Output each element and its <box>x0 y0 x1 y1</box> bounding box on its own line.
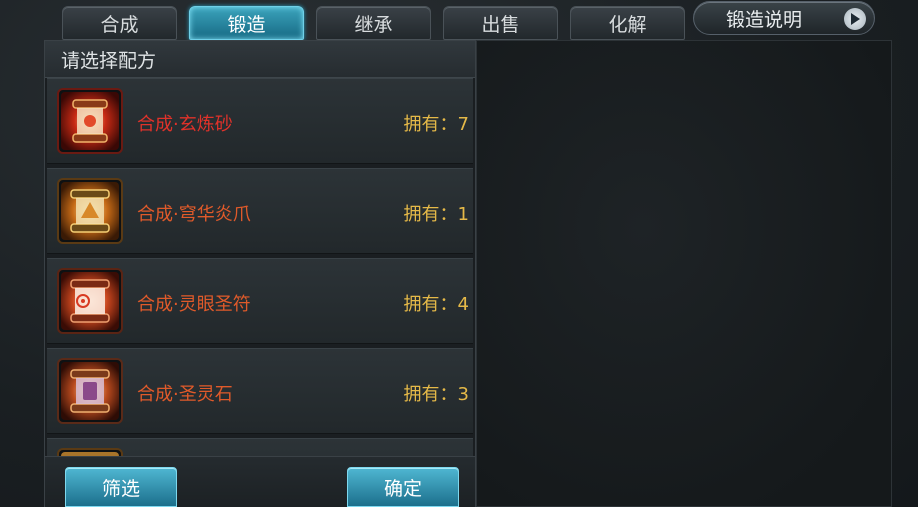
list-item[interactable]: 合成·玄炼砂 拥有：7 <box>47 78 473 164</box>
forge-explain-label: 锻造说明 <box>726 8 803 31</box>
tab-bar: 合成 锻造 继承 出售 化解 <box>62 6 685 40</box>
scroll-stone-icon <box>57 358 123 424</box>
tab-sell[interactable]: 出售 <box>443 6 558 40</box>
scroll-talisman-icon <box>57 268 123 334</box>
tab-dismantle[interactable]: 化解 <box>570 6 685 40</box>
list-item[interactable]: 合成·穹华炎爪 拥有：1 <box>47 168 473 254</box>
scroll-red-icon <box>57 88 123 154</box>
recipe-name: 合成·穹华炎爪 <box>137 204 251 225</box>
forge-screen: 合成 锻造 继承 出售 化解 锻造说明 请选择配方 合成·玄炼砂 拥有：7 合成… <box>0 0 918 507</box>
list-item[interactable]: 合成·灵眼圣符 拥有：4 <box>47 258 473 344</box>
owned-count: 拥有：1 <box>403 204 469 225</box>
forge-explain-button[interactable]: 锻造说明 <box>693 1 875 35</box>
list-item[interactable] <box>47 438 473 456</box>
recipe-list[interactable]: 合成·玄炼砂 拥有：7 合成·穹华炎爪 拥有：1 合成·灵眼圣符 拥有：4 合成… <box>47 78 473 456</box>
scroll-gold-icon <box>57 178 123 244</box>
tab-forge[interactable]: 锻造 <box>189 6 304 40</box>
owned-count: 拥有：7 <box>403 114 469 135</box>
play-icon <box>844 8 866 30</box>
recipe-panel-title: 请选择配方 <box>45 41 475 78</box>
forge-detail-panel <box>476 40 892 507</box>
recipe-name: 合成·玄炼砂 <box>137 114 233 135</box>
owned-count: 拥有：3 <box>403 384 469 405</box>
scroll-partial-icon <box>57 448 123 456</box>
tab-synthesize[interactable]: 合成 <box>62 6 177 40</box>
confirm-button[interactable]: 确定 <box>347 467 459 507</box>
tab-inherit[interactable]: 继承 <box>316 6 431 40</box>
recipe-panel: 请选择配方 合成·玄炼砂 拥有：7 合成·穹华炎爪 拥有：1 合成·灵眼圣符 拥… <box>44 40 476 507</box>
filter-button[interactable]: 筛选 <box>65 467 177 507</box>
list-item[interactable]: 合成·圣灵石 拥有：3 <box>47 348 473 434</box>
owned-count: 拥有：4 <box>403 294 469 315</box>
action-bar: 筛选 确定 <box>45 456 475 507</box>
recipe-name: 合成·灵眼圣符 <box>137 294 251 315</box>
recipe-name: 合成·圣灵石 <box>137 384 233 405</box>
